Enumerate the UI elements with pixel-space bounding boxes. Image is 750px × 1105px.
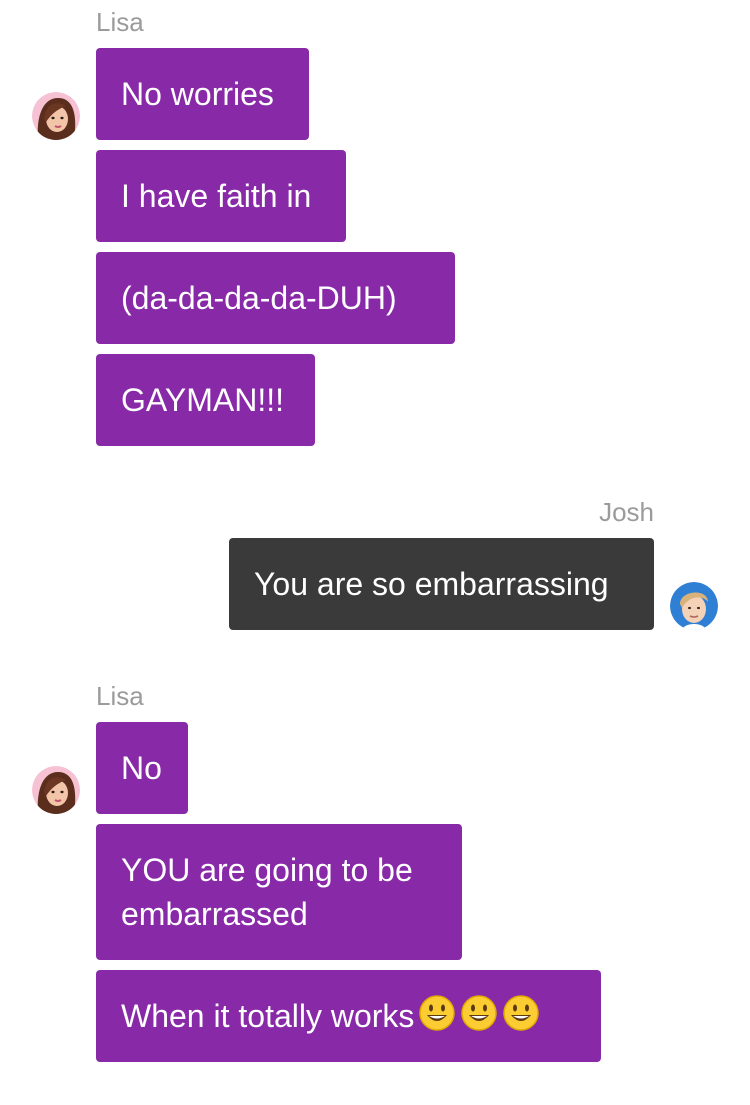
message-bubble[interactable]: YOU are going to be embarrassed <box>96 824 462 960</box>
message-bubble[interactable]: (da-da-da-da-DUH) <box>96 252 455 344</box>
sender-name-josh: Josh <box>599 497 654 527</box>
lisa-avatar-icon[interactable] <box>32 92 80 140</box>
smiley-emoji-icon <box>418 994 456 1043</box>
sender-name-lisa: Lisa <box>96 7 144 37</box>
message-bubble[interactable]: You are so embarrassing <box>229 538 654 630</box>
message-bubble[interactable]: When it totally works <box>96 970 601 1062</box>
smiley-emoji-icon <box>502 994 540 1043</box>
sender-name-lisa: Lisa <box>96 681 144 711</box>
smiley-emoji-icon <box>460 994 498 1043</box>
message-bubble[interactable]: GAYMAN!!! <box>96 354 315 446</box>
message-line: embarrassed <box>121 896 308 932</box>
lisa-avatar-icon[interactable] <box>32 766 80 814</box>
message-text: When it totally works <box>121 998 415 1034</box>
josh-avatar-icon[interactable] <box>670 582 718 630</box>
message-bubble[interactable]: No worries <box>96 48 309 140</box>
message-line: YOU are going to be <box>121 852 413 888</box>
message-bubble[interactable]: No <box>96 722 188 814</box>
message-bubble[interactable]: I have faith in <box>96 150 346 242</box>
